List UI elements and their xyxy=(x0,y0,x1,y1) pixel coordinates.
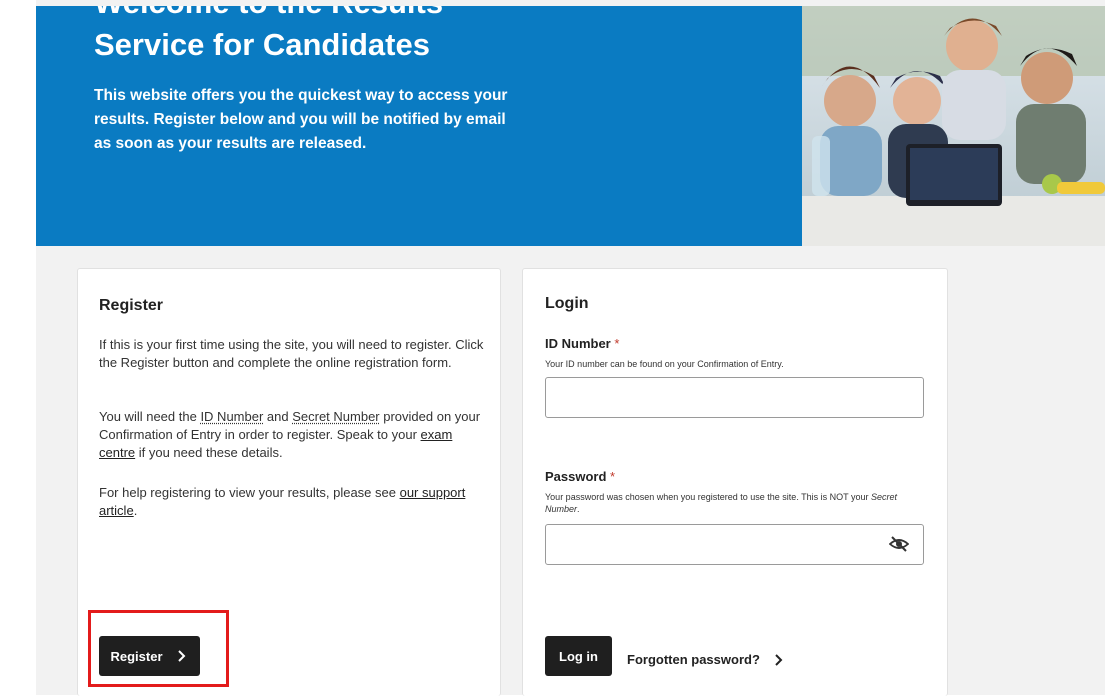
login-heading: Login xyxy=(545,295,589,312)
id-number-hint: Your ID number can be found on your Conf… xyxy=(545,359,784,369)
hero-banner: Welcome to the Results Service for Candi… xyxy=(36,6,802,246)
hero-photo xyxy=(802,6,1105,246)
login-card: Login ID Number * Your ID number can be … xyxy=(522,268,948,696)
password-label-text: Password xyxy=(545,469,607,484)
requirements-text-part: if you need these details. xyxy=(135,445,283,460)
help-text-part: For help registering to view your result… xyxy=(99,485,400,500)
required-mark: * xyxy=(610,469,616,484)
chevron-right-icon xyxy=(775,653,783,666)
login-button[interactable]: Log in xyxy=(545,636,612,676)
requirements-text-part: and xyxy=(263,409,293,424)
secret-number-term[interactable]: Secret Number xyxy=(292,409,379,424)
hero-title: Welcome to the Results Service for Candi… xyxy=(94,6,443,62)
required-mark: * xyxy=(614,336,620,351)
highlight-box xyxy=(88,610,229,687)
register-requirements-text: You will need the ID Number and Secret N… xyxy=(99,408,484,462)
register-heading: Register xyxy=(99,297,164,314)
id-number-input[interactable] xyxy=(545,377,924,418)
password-hint-text: Your password was chosen when you regist… xyxy=(545,492,871,502)
id-number-label: ID Number * xyxy=(545,336,619,351)
password-input[interactable] xyxy=(545,524,924,565)
hero-description: This website offers you the quickest way… xyxy=(94,87,508,152)
register-help-text: For help registering to view your result… xyxy=(99,484,484,520)
password-hint-text: . xyxy=(577,504,580,514)
register-intro-text: If this is your first time using the sit… xyxy=(99,337,484,370)
help-text-part: . xyxy=(133,503,138,518)
requirements-text-part: You will need the xyxy=(99,409,201,424)
eye-slash-icon[interactable] xyxy=(889,535,909,553)
forgotten-password-link[interactable]: Forgotten password? xyxy=(627,652,786,667)
password-label: Password * xyxy=(545,469,615,484)
forgotten-password-label: Forgotten password? xyxy=(627,652,760,667)
id-number-term[interactable]: ID Number xyxy=(200,409,263,424)
password-hint: Your password was chosen when you regist… xyxy=(545,491,925,515)
id-number-label-text: ID Number xyxy=(545,336,611,351)
